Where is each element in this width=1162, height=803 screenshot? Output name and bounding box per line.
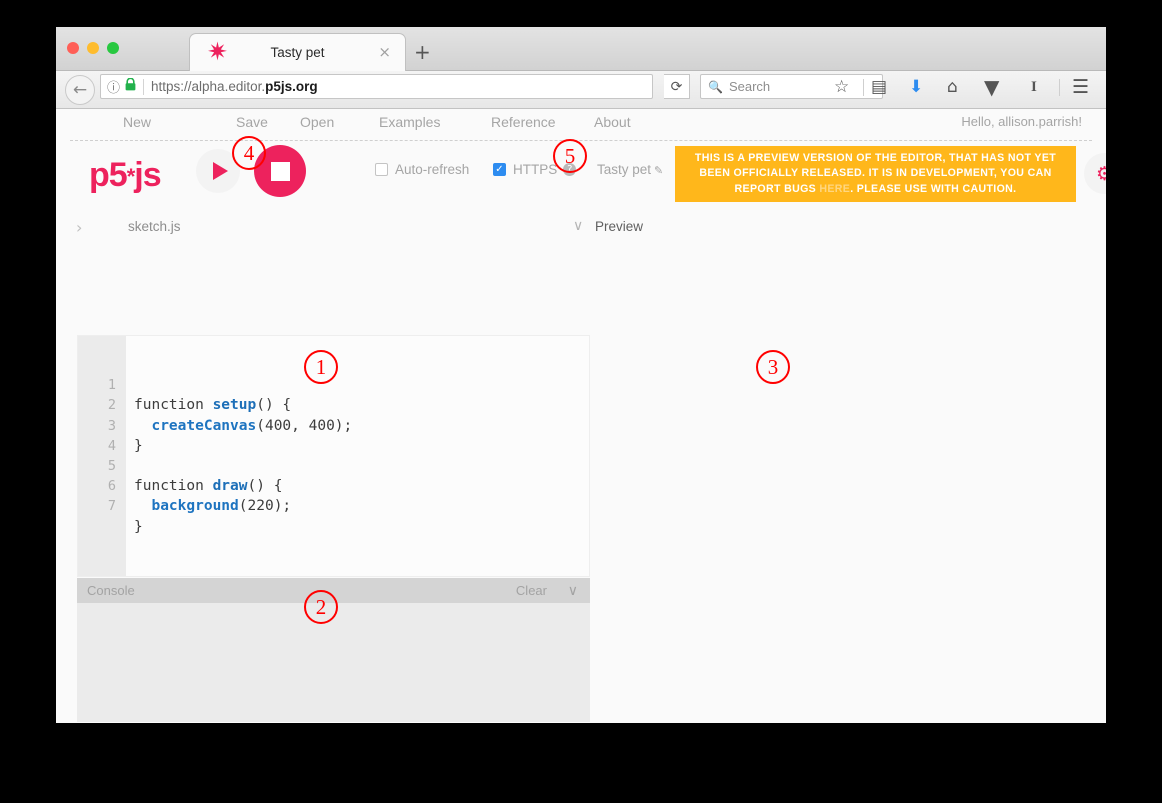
reload-icon[interactable]: ⟳ <box>664 74 690 99</box>
search-placeholder: Search <box>728 79 771 94</box>
code-line: 4 <box>78 416 589 454</box>
code-line: 3 } <box>78 395 589 454</box>
new-tab-button[interactable]: + <box>414 42 431 62</box>
sketch-name-field[interactable]: Tasty pet ✎ <box>597 162 663 177</box>
auto-refresh-label: Auto-refresh <box>395 162 470 177</box>
browser-tab[interactable]: ✷ Tasty pet × <box>189 33 406 71</box>
p5-editor-page: New Save Open Examples Reference About H… <box>56 109 1106 722</box>
panel-header: › sketch.js ∨ Preview <box>56 214 1106 242</box>
code-line: 6 background(220); <box>78 456 589 514</box>
hamburger-menu-icon[interactable]: ☰ <box>1072 77 1089 97</box>
line-code: } <box>134 518 143 535</box>
logo-p5: p5 <box>89 156 128 194</box>
pocket-icon[interactable]: ▼ <box>984 77 999 97</box>
nav-item-open[interactable]: Open <box>300 114 334 130</box>
nav-item-reference[interactable]: Reference <box>491 114 556 130</box>
file-tab-sketch-js[interactable]: sketch.js <box>128 219 181 234</box>
https-checkbox[interactable]: ✓ <box>493 163 506 176</box>
console-output <box>77 603 590 722</box>
url-text: https://alpha.editor.p5js.org <box>151 79 318 94</box>
url-divider <box>143 78 145 95</box>
chevron-right-icon[interactable]: › <box>76 218 82 237</box>
nav-item-about[interactable]: About <box>594 114 631 130</box>
auto-refresh-toggle[interactable]: Auto-refresh <box>375 162 469 177</box>
user-greeting: Hello, allison.parrish! <box>961 114 1082 129</box>
url-prefix: https://alpha.editor. <box>151 79 266 94</box>
stop-icon <box>270 161 290 181</box>
zoom-window-button[interactable] <box>107 42 119 54</box>
annotation-marker-1: 1 <box>304 350 338 384</box>
pencil-edit-icon[interactable]: ✎ <box>654 164 663 177</box>
preview-banner-text: THIS IS A PREVIEW VERSION OF THE EDITOR,… <box>689 151 1062 197</box>
toolbar-divider-2 <box>1059 79 1060 96</box>
annotation-marker-3: 3 <box>756 350 790 384</box>
window-traffic-lights <box>67 42 119 54</box>
reader-icon[interactable]: I <box>1031 77 1037 97</box>
gear-icon: ⚙ <box>1095 162 1106 185</box>
url-domain: p5js.org <box>265 79 318 94</box>
library-icon[interactable]: ▤ <box>871 77 887 97</box>
info-icon[interactable]: ⓘ <box>107 77 120 96</box>
logo-js: js <box>134 156 161 194</box>
banner-report-bugs-link[interactable]: HERE <box>819 183 850 195</box>
line-number: 7 <box>107 498 116 515</box>
padlock-icon <box>125 77 136 96</box>
annotation-marker-5: 5 <box>553 139 587 173</box>
https-label: HTTPS <box>513 162 558 177</box>
nav-item-new[interactable]: New <box>123 114 151 130</box>
work-area: 1 function setup() { 2 createCanvas(400,… <box>56 335 1106 722</box>
sketch-name-text: Tasty pet <box>597 162 652 177</box>
browser-tab-strip: ✷ Tasty pet × + <box>56 27 1106 71</box>
browser-nav-toolbar: ← ⓘ https://alpha.editor.p5js.org ⟳ 🔍 Se… <box>56 71 1106 109</box>
code-line: 7 } <box>78 476 589 534</box>
preview-panel-label: Preview <box>595 219 644 234</box>
close-window-button[interactable] <box>67 42 79 54</box>
nav-item-save[interactable]: Save <box>236 114 268 130</box>
chevron-down-icon[interactable]: ∨ <box>568 583 578 599</box>
clear-console-button[interactable]: Clear <box>516 583 547 598</box>
annotation-marker-4: 4 <box>232 136 266 170</box>
p5js-logo: p5*js <box>89 156 162 195</box>
search-icon: 🔍 <box>708 79 723 94</box>
browser-tab-title: Tasty pet <box>270 45 325 60</box>
url-bar[interactable]: ⓘ https://alpha.editor.p5js.org <box>100 74 653 99</box>
close-icon[interactable]: × <box>378 44 391 60</box>
home-icon[interactable]: ⌂ <box>947 77 958 97</box>
browser-window: ✷ Tasty pet × + ← ⓘ https://alpha.editor… <box>56 27 1106 723</box>
bookmark-star-icon[interactable]: ☆ <box>834 77 849 97</box>
preview-canvas-area <box>590 335 1106 722</box>
banner-text-after: . PLEASE USE WITH CAUTION. <box>850 182 1017 195</box>
annotation-marker-2: 2 <box>304 590 338 624</box>
auto-refresh-checkbox[interactable] <box>375 163 388 176</box>
minimize-window-button[interactable] <box>87 42 99 54</box>
chevron-down-icon[interactable]: ∨ <box>573 218 583 234</box>
code-line: 5 function draw() { <box>78 436 589 494</box>
toolbar-divider <box>863 79 864 96</box>
nav-item-examples[interactable]: Examples <box>379 114 440 130</box>
console-title: Console <box>87 583 135 598</box>
downloads-icon[interactable]: ⬇ <box>909 77 923 97</box>
back-arrow-icon[interactable]: ← <box>65 75 95 105</box>
search-input[interactable]: 🔍 Search <box>700 74 883 99</box>
preview-version-banner: THIS IS A PREVIEW VERSION OF THE EDITOR,… <box>675 146 1076 202</box>
settings-button[interactable]: ⚙ <box>1084 153 1106 194</box>
p5-main-nav: New Save Open Examples Reference About H… <box>70 109 1092 141</box>
play-icon <box>212 162 228 180</box>
